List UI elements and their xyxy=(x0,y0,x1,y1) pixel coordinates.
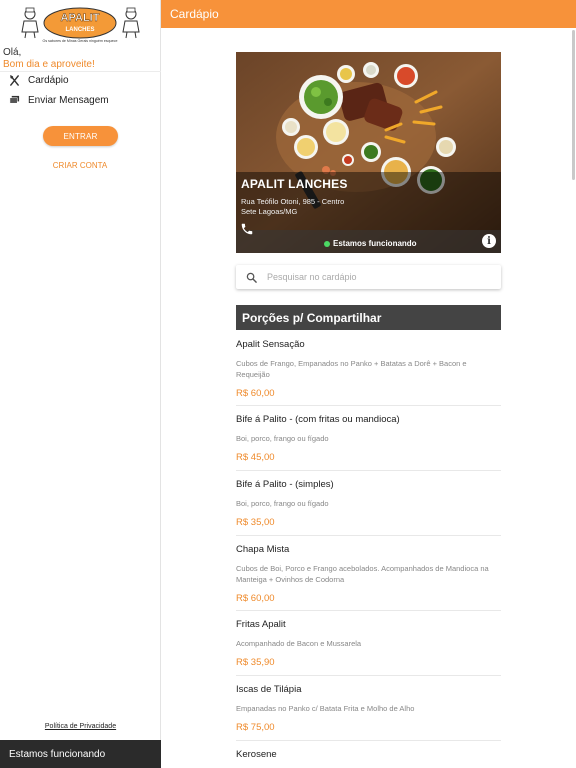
restaurant-banner: APALIT LANCHES Rua Teófilo Otoni, 985 - … xyxy=(236,52,501,253)
sidebar-status-bar: Estamos funcionando xyxy=(0,740,161,768)
nav-item-cardapio[interactable]: Cardápio xyxy=(0,70,161,90)
item-price: R$ 45,00 xyxy=(236,452,275,463)
item-description: Empanadas no Panko c/ Batata Frita e Mol… xyxy=(236,704,415,713)
restaurant-status: Estamos funcionando xyxy=(333,239,417,248)
category-header: Porções p/ Compartilhar xyxy=(236,305,501,330)
item-description: Boi, porco, frango ou fígado xyxy=(236,499,329,508)
privacy-policy-link[interactable]: Política de Privacidade xyxy=(0,723,161,730)
item-name: Apalit Sensação xyxy=(236,339,305,350)
item-description: Cubos de Boi, Porco e Frango acebolados.… xyxy=(236,564,489,584)
status-indicator-dot xyxy=(324,241,330,247)
menu-item[interactable]: Fritas Apalit Acompanhado de Bacon e Mus… xyxy=(236,619,501,676)
nav-item-enviar-mensagem[interactable]: Enviar Mensagem xyxy=(0,90,161,110)
search-bar[interactable] xyxy=(236,265,501,289)
sidebar: APALIT LANCHES Os sabores de Minas Gerai… xyxy=(0,0,161,768)
menu-item[interactable]: Bife á Palito - (simples) Boi, porco, fr… xyxy=(236,479,501,536)
greeting: Olá, Bom dia e aproveite! xyxy=(3,47,95,71)
item-description: Acompanhado de Bacon e Mussarela xyxy=(236,639,362,648)
menu-item[interactable]: Iscas de Tilápia Empanadas no Panko c/ B… xyxy=(236,684,501,741)
item-name: Chapa Mista xyxy=(236,544,290,555)
item-price: R$ 60,00 xyxy=(236,593,275,604)
item-name: Iscas de Tilápia xyxy=(236,684,302,695)
restaurant-name: APALIT LANCHES xyxy=(241,177,348,191)
item-divider xyxy=(236,675,501,676)
item-divider xyxy=(236,610,501,611)
nav-label: Cardápio xyxy=(28,74,69,86)
info-icon[interactable]: i xyxy=(482,234,496,248)
menu-item[interactable]: Apalit Sensação Cubos de Frango, Empanad… xyxy=(236,339,501,406)
main-content: APALIT LANCHES Rua Teófilo Otoni, 985 - … xyxy=(161,28,576,768)
scrollbar[interactable] xyxy=(572,30,575,180)
search-icon xyxy=(236,272,266,283)
item-description: Cubos de Frango, Empanados no Panko + Ba… xyxy=(236,359,467,379)
logo-graphic: APALIT LANCHES Os sabores de Minas Gerai… xyxy=(21,7,140,43)
item-divider xyxy=(236,535,501,536)
item-name: Kerosene xyxy=(236,749,277,760)
create-account-link[interactable]: CRIAR CONTA xyxy=(40,161,120,173)
item-price: R$ 35,00 xyxy=(236,517,275,528)
logo-tagline: Os sabores de Minas Gerais ninguém esque… xyxy=(43,39,118,43)
item-name: Fritas Apalit xyxy=(236,619,286,630)
utensils-icon xyxy=(0,74,26,86)
address-line-2: Sete Lagoas/MG xyxy=(241,207,298,216)
item-name: Bife á Palito - (com fritas ou mandioca) xyxy=(236,414,400,425)
menu-item[interactable]: Bife á Palito - (com fritas ou mandioca)… xyxy=(236,414,501,471)
logo-title: APALIT xyxy=(61,12,100,24)
item-price: R$ 75,00 xyxy=(236,722,275,733)
menu-item[interactable]: Chapa Mista Cubos de Boi, Porco e Frango… xyxy=(236,544,501,611)
greeting-hello: Olá, xyxy=(3,47,22,58)
item-divider xyxy=(236,470,501,471)
item-price: R$ 35,90 xyxy=(236,657,275,668)
item-description: Boi, porco, frango ou fígado xyxy=(236,434,329,443)
item-divider xyxy=(236,405,501,406)
item-name: Bife á Palito - (simples) xyxy=(236,479,334,490)
search-input[interactable] xyxy=(267,272,487,282)
top-bar: Cardápio xyxy=(161,0,576,28)
restaurant-address: Rua Teófilo Otoni, 985 - Centro Sete Lag… xyxy=(241,197,344,217)
menu-item[interactable]: Kerosene xyxy=(236,749,501,760)
item-price: R$ 60,00 xyxy=(236,388,275,399)
nav-label: Enviar Mensagem xyxy=(28,94,109,106)
enter-button[interactable]: ENTRAR xyxy=(43,126,118,146)
messages-icon xyxy=(0,95,26,106)
page-title: Cardápio xyxy=(170,7,219,21)
logo-subtitle: LANCHES xyxy=(65,27,94,33)
address-line-1: Rua Teófilo Otoni, 985 - Centro xyxy=(241,197,345,206)
item-divider xyxy=(236,740,501,741)
logo[interactable]: APALIT LANCHES Os sabores de Minas Gerai… xyxy=(18,4,143,44)
phone-icon[interactable] xyxy=(240,222,254,236)
